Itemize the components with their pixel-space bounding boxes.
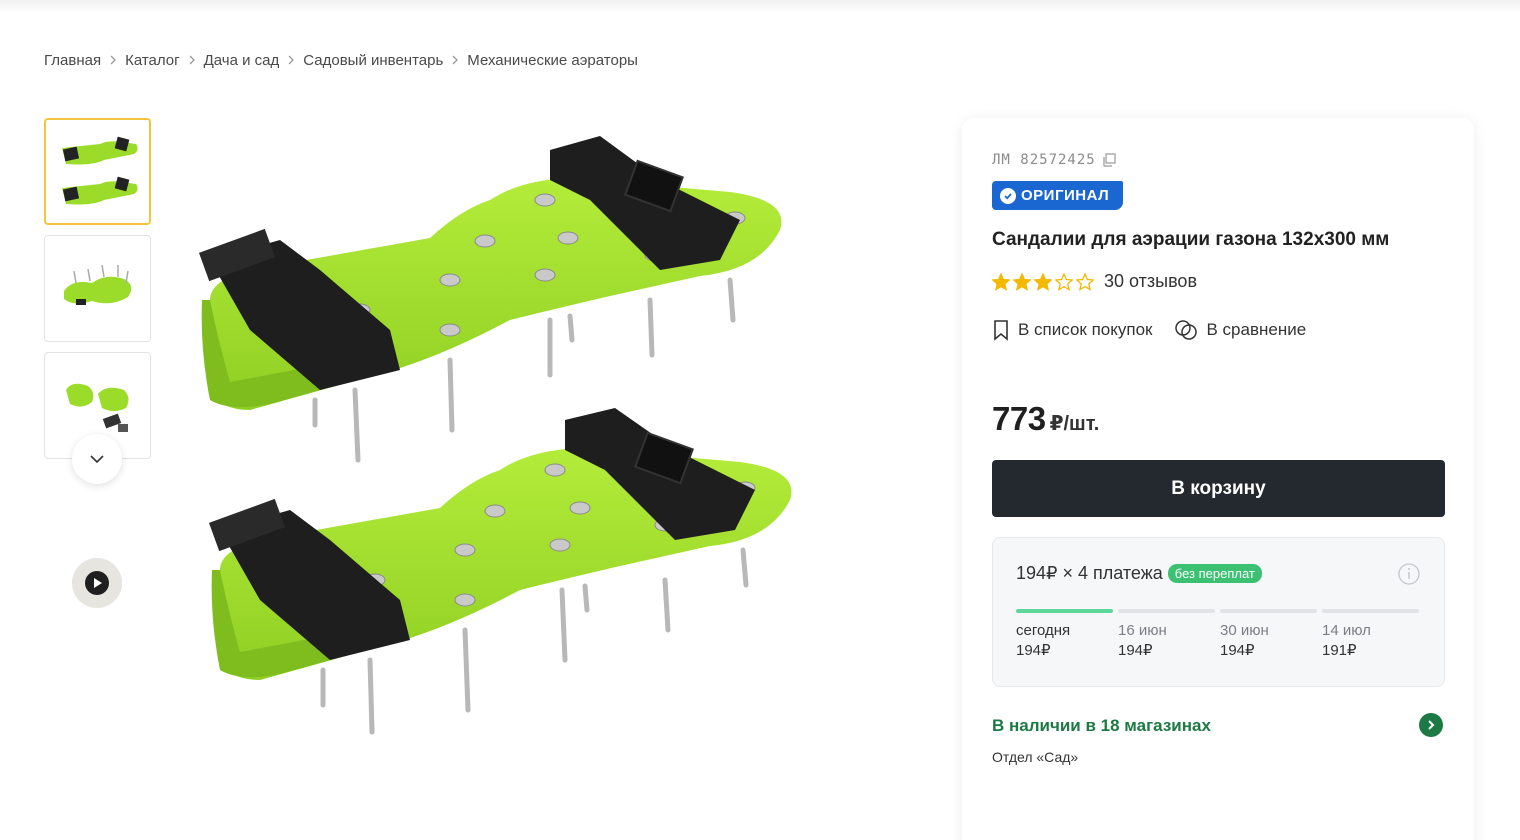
installment-progress-segment	[1322, 609, 1419, 613]
rating-stars[interactable]	[992, 272, 1094, 291]
top-shadow-strip	[0, 0, 1520, 14]
sku-text: ЛМ 82572425	[992, 152, 1096, 168]
product-main-image	[198, 136, 792, 735]
payment-amount: 194₽	[1220, 642, 1255, 659]
chevron-down-icon	[90, 455, 104, 464]
payment-date: сегодня	[1016, 622, 1071, 639]
thumbnail-1[interactable]	[44, 118, 151, 225]
installment-widget[interactable]: 194₽ × 4 платежа без переплат сегодня 19…	[992, 537, 1445, 687]
no-overpay-tag: без переплат	[1167, 564, 1262, 583]
reviews-link[interactable]: 30 отзывов	[1104, 271, 1197, 292]
payment-date: 14 июл	[1322, 622, 1371, 639]
check-circle-icon	[1000, 187, 1016, 204]
star-filled-icon	[992, 272, 1010, 291]
chevron-right-icon	[1428, 720, 1435, 730]
compare-label: В сравнение	[1206, 320, 1307, 339]
shopping-list-label: В список покупок	[1018, 320, 1153, 339]
product-actions: В список покупок В сравнение	[992, 319, 1328, 341]
payment-amount: 194₽	[1118, 642, 1153, 659]
product-title: Сандалии для аэрации газона 132х300 мм	[992, 229, 1390, 250]
installment-progress	[1016, 609, 1419, 613]
price-amount: 773	[992, 400, 1046, 437]
price-unit: ₽/шт.	[1049, 413, 1100, 435]
installment-schedule: сегодня 194₽ 16 июн 194₽ 30 июн 194₽ 14 …	[1016, 621, 1419, 661]
installment-progress-segment	[1016, 609, 1113, 613]
breadcrumb-aerators[interactable]: Механические аэраторы	[467, 52, 638, 69]
chevron-right-icon	[101, 51, 125, 69]
installment-headline: 194₽ × 4 платежа без переплат	[1016, 563, 1262, 584]
product-sku: ЛМ 82572425	[992, 152, 1116, 168]
add-to-shopping-list-button[interactable]: В список покупок	[992, 319, 1152, 341]
badge-label: ОРИГИНАЛ	[1021, 187, 1110, 204]
installment-progress-segment	[1220, 609, 1317, 613]
department-label: Отдел «Сад»	[992, 749, 1079, 765]
bookmark-icon	[994, 320, 1008, 341]
star-empty-icon	[1055, 272, 1073, 291]
add-to-cart-button[interactable]: В корзину	[992, 460, 1445, 517]
thumbnail-2[interactable]	[44, 235, 151, 342]
star-filled-icon	[1034, 272, 1052, 291]
chevron-right-icon	[180, 51, 204, 69]
play-icon	[85, 571, 109, 595]
product-price: 773 ₽/шт.	[992, 400, 1099, 438]
chevron-right-icon	[279, 51, 303, 69]
breadcrumb: Главная Каталог Дача и сад Садовый инвен…	[44, 51, 638, 69]
installment-progress-segment	[1118, 609, 1215, 613]
chevron-right-icon	[443, 51, 467, 69]
product-thumbnail-image	[63, 264, 131, 305]
breadcrumb-home[interactable]: Главная	[44, 52, 101, 69]
product-thumbnail-image	[61, 136, 138, 204]
sandal-top	[198, 136, 782, 463]
payment-amount: 191₽	[1322, 642, 1357, 659]
original-badge: ОРИГИНАЛ	[992, 181, 1124, 210]
payment-amount: 194₽	[1016, 642, 1051, 659]
product-rating: 30 отзывов	[992, 271, 1197, 292]
payment-item: сегодня 194₽	[1016, 621, 1113, 661]
availability-arrow-button[interactable]	[1419, 713, 1443, 737]
payment-item: 30 июн 194₽	[1220, 621, 1317, 661]
star-filled-icon	[1013, 272, 1031, 291]
breadcrumb-catalog[interactable]: Каталог	[125, 52, 180, 69]
info-icon[interactable]	[1398, 563, 1420, 590]
star-empty-icon	[1076, 272, 1094, 291]
payment-item: 14 июл 191₽	[1322, 621, 1419, 661]
product-buy-card: ЛМ 82572425 ОРИГИНАЛ Сандалии для аэраци…	[962, 118, 1474, 840]
payment-item: 16 июн 194₽	[1118, 621, 1215, 661]
breadcrumb-garden[interactable]: Дача и сад	[204, 52, 280, 69]
breadcrumb-garden-tools[interactable]: Садовый инвентарь	[303, 52, 443, 69]
payment-date: 30 июн	[1220, 622, 1269, 639]
add-to-compare-button[interactable]: В сравнение	[1174, 319, 1306, 341]
video-button[interactable]	[72, 558, 122, 608]
payment-date: 16 июн	[1118, 622, 1167, 639]
sandal-bottom	[208, 408, 792, 735]
compare-icon	[1175, 320, 1198, 340]
copy-icon[interactable]	[1102, 153, 1116, 167]
gallery-scroll-down-button[interactable]	[72, 434, 122, 484]
thumbnail-gallery	[44, 118, 151, 469]
availability-link[interactable]: В наличии в 18 магазинах	[992, 716, 1211, 736]
installment-text: 194₽ × 4 платежа	[1016, 563, 1163, 583]
